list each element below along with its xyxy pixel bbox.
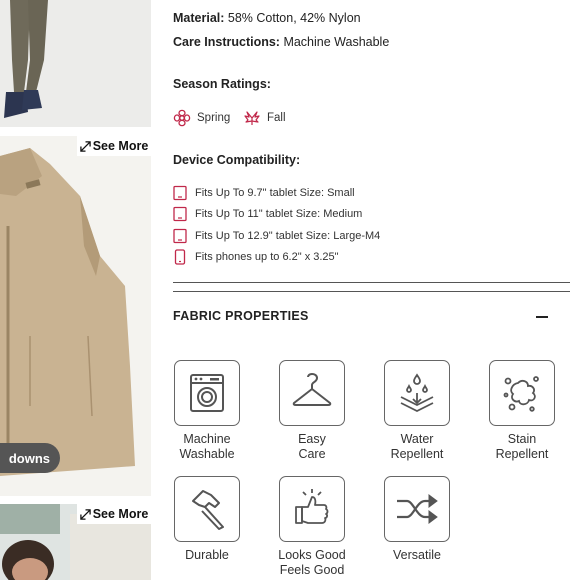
fabric-property: Water Repellent: [372, 360, 462, 462]
device-item: Fits Up To 9.7" tablet Size: Small: [173, 185, 355, 201]
season-spring: Spring: [173, 109, 230, 127]
device-label: Fits phones up to 6.2" x 3.25": [195, 251, 339, 263]
property-tile: [174, 476, 240, 542]
tablet-icon: [173, 206, 187, 222]
see-more-label: See More: [92, 139, 149, 153]
season-heading: Season Ratings:: [173, 77, 271, 91]
fabric-properties-title[interactable]: FABRIC PROPERTIES: [173, 309, 309, 323]
pill-label: downs: [8, 450, 50, 466]
device-label: Fits Up To 12.9" tablet Size: Large-M4: [195, 230, 381, 242]
device-item: Fits Up To 11" tablet Size: Medium: [173, 206, 362, 222]
property-tile: [279, 476, 345, 542]
product-photo-model[interactable]: See More: [0, 504, 151, 580]
season-fall: Fall: [243, 109, 286, 127]
material-spec: Material: 58% Cotton, 42% Nylon: [173, 11, 361, 25]
pill-tag[interactable]: downs: [0, 443, 60, 473]
fabric-property: Easy Care: [267, 360, 357, 462]
property-tile: [489, 360, 555, 426]
care-label: Care Instructions:: [173, 35, 280, 49]
fabric-property: Versatile: [372, 476, 462, 563]
hanger-icon: [292, 373, 332, 406]
property-label: Durable: [185, 548, 229, 562]
pants-illustration: [0, 0, 151, 127]
care-value: Machine Washable: [279, 35, 390, 49]
leaf-icon: [244, 111, 260, 125]
shuffle-icon: [397, 494, 438, 524]
stain-splash-icon: [503, 376, 539, 412]
material-value: 58% Cotton, 42% Nylon: [224, 11, 361, 25]
tablet-icon: [173, 228, 187, 244]
washing-machine-icon: [190, 374, 224, 412]
property-label: Easy Care: [298, 432, 326, 461]
device-heading: Device Compatibility:: [173, 153, 301, 167]
see-more-button[interactable]: See More: [77, 136, 151, 156]
thumbs-up-icon: [295, 489, 329, 524]
property-label: Water Repellent: [390, 432, 444, 461]
device-item: Fits phones up to 6.2" x 3.25": [173, 249, 339, 265]
fabric-property: Looks Good Feels Good: [267, 476, 357, 578]
property-tile: [384, 360, 450, 426]
property-tile: [384, 476, 450, 542]
device-label: Fits Up To 11" tablet Size: Medium: [195, 208, 363, 220]
property-tile: [279, 360, 345, 426]
device-label: Fits Up To 9.7" tablet Size: Small: [195, 187, 355, 199]
vest-illustration: [0, 136, 151, 496]
water-drops-icon: [400, 373, 434, 413]
season-label-spring: Spring: [197, 112, 231, 124]
expand-icon: [79, 508, 91, 520]
divider: [173, 282, 570, 283]
flower-icon: [173, 109, 191, 127]
property-label: Stain Repellent: [495, 432, 549, 461]
expand-icon: [79, 140, 91, 152]
see-more-button[interactable]: See More: [77, 504, 151, 524]
phone-icon: [174, 249, 186, 265]
property-tile: [174, 360, 240, 426]
material-label: Material:: [173, 11, 225, 25]
fabric-property: Stain Repellent: [477, 360, 567, 462]
tablet-icon: [173, 185, 187, 201]
hammer-icon: [192, 490, 224, 530]
product-gallery: See More downs See More: [0, 0, 151, 580]
property-label: Machine Washable: [179, 432, 235, 461]
season-label-fall: Fall: [267, 112, 286, 124]
fabric-property: Durable: [162, 476, 252, 563]
product-photo-pants[interactable]: [0, 0, 151, 127]
fabric-property: Machine Washable: [162, 360, 252, 462]
care-spec: Care Instructions: Machine Washable: [173, 35, 389, 49]
divider: [173, 291, 570, 292]
collapse-minus-icon[interactable]: [536, 316, 548, 318]
see-more-label: See More: [92, 507, 149, 521]
property-label: Looks Good Feels Good: [278, 548, 346, 577]
device-item: Fits Up To 12.9" tablet Size: Large-M4: [173, 228, 380, 244]
property-label: Versatile: [393, 548, 441, 562]
product-photo-vest[interactable]: See More: [0, 136, 151, 496]
